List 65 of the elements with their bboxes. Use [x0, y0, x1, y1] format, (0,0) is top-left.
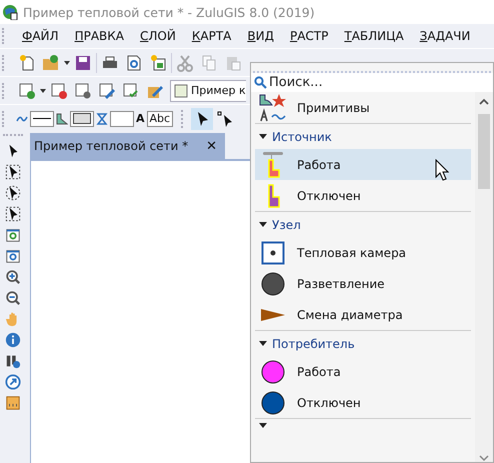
menu-item[interactable]: ФАЙЛ	[14, 29, 67, 43]
chamber-icon	[261, 240, 285, 264]
source-icon	[262, 150, 284, 178]
item-label: Смена диаметра	[297, 308, 403, 322]
arrow-circle-icon[interactable]	[5, 374, 21, 390]
menu-item[interactable]: ПРАВКА	[66, 29, 132, 43]
fill-swatch[interactable]	[70, 110, 94, 126]
circle-select-icon[interactable]	[5, 185, 21, 201]
group-header[interactable]: Источник	[272, 130, 332, 144]
scroll-thumb[interactable]	[478, 114, 490, 189]
layer-icon	[174, 84, 188, 98]
mouse-cursor-icon	[435, 159, 449, 181]
search-input[interactable]: Поиск...	[269, 75, 469, 90]
menu-item[interactable]: ВИД	[239, 29, 282, 43]
scroll-up-icon[interactable]	[479, 98, 489, 106]
primitives-icon	[258, 92, 288, 122]
item-label: Примитивы	[297, 100, 370, 114]
dropdown-caret-icon[interactable]	[64, 60, 70, 64]
item-label: Отключен	[297, 188, 361, 202]
group-header[interactable]: Потребитель	[272, 336, 355, 350]
expand-caret-icon[interactable]	[259, 134, 267, 139]
menu-item[interactable]: ЗАДАЧИ	[412, 29, 478, 43]
text-sample[interactable]: Abc	[146, 110, 174, 126]
close-tab-button[interactable]: ✕	[206, 138, 218, 154]
rect-select-icon[interactable]	[5, 164, 21, 180]
expand-caret-icon[interactable]	[259, 222, 267, 227]
fill-style-icon[interactable]	[56, 112, 68, 124]
zoom-out-icon[interactable]	[5, 290, 21, 306]
polygon-select-icon[interactable]	[5, 206, 21, 222]
palette-item[interactable]: Отключен	[255, 180, 471, 211]
palette-item[interactable]: Тепловая камера	[255, 237, 471, 268]
ruler-icon[interactable]	[5, 395, 21, 411]
item-label: Тепловая камера	[297, 246, 406, 260]
palette-item[interactable]: Отключен	[255, 387, 471, 418]
palette-item[interactable]: Смена диаметра	[255, 299, 471, 330]
item-label: Отключен	[297, 396, 361, 410]
menu-item[interactable]: ТАБЛИЦА	[336, 29, 412, 43]
menu-item[interactable]: РАСТР	[282, 29, 336, 43]
palette-item[interactable]: Работа	[255, 149, 471, 180]
search-icon	[254, 76, 267, 89]
item-label: Разветвление	[297, 276, 385, 290]
scrollbar[interactable]	[475, 92, 493, 462]
document-tab[interactable]: Пример тепловой сети * ✕	[30, 133, 226, 159]
item-label: Работа	[297, 364, 341, 378]
layer-combo[interactable]: Пример к	[170, 80, 246, 102]
search-field[interactable]: Поиск...	[251, 73, 493, 92]
item-label: Работа	[297, 158, 341, 172]
menu-item[interactable]: СЛОЙ	[132, 29, 184, 43]
zoom-in-icon[interactable]	[5, 269, 21, 285]
text-style-label: A	[136, 112, 145, 125]
window-title: Пример тепловой сети * - ZuluGIS 8.0 (2019)	[23, 4, 315, 20]
palette-item[interactable]: Разветвление	[255, 268, 471, 299]
palette-item[interactable]: Примитивы	[255, 92, 471, 123]
menu-item[interactable]: КАРТА	[184, 29, 240, 43]
dropdown-caret-icon[interactable]	[40, 88, 46, 92]
expand-caret-icon[interactable]	[259, 341, 267, 346]
info-icon[interactable]	[5, 332, 21, 348]
symbol-style-icon[interactable]	[96, 112, 108, 124]
scroll-down-icon[interactable]	[479, 454, 489, 462]
expand-caret-icon[interactable]	[259, 423, 267, 428]
group-header[interactable]: Узел	[272, 218, 301, 232]
pointer-tool-icon[interactable]	[191, 108, 214, 130]
line-swatch[interactable]	[30, 110, 54, 126]
palette-item[interactable]: Работа	[255, 356, 471, 387]
symbol-swatch[interactable]	[110, 110, 134, 126]
